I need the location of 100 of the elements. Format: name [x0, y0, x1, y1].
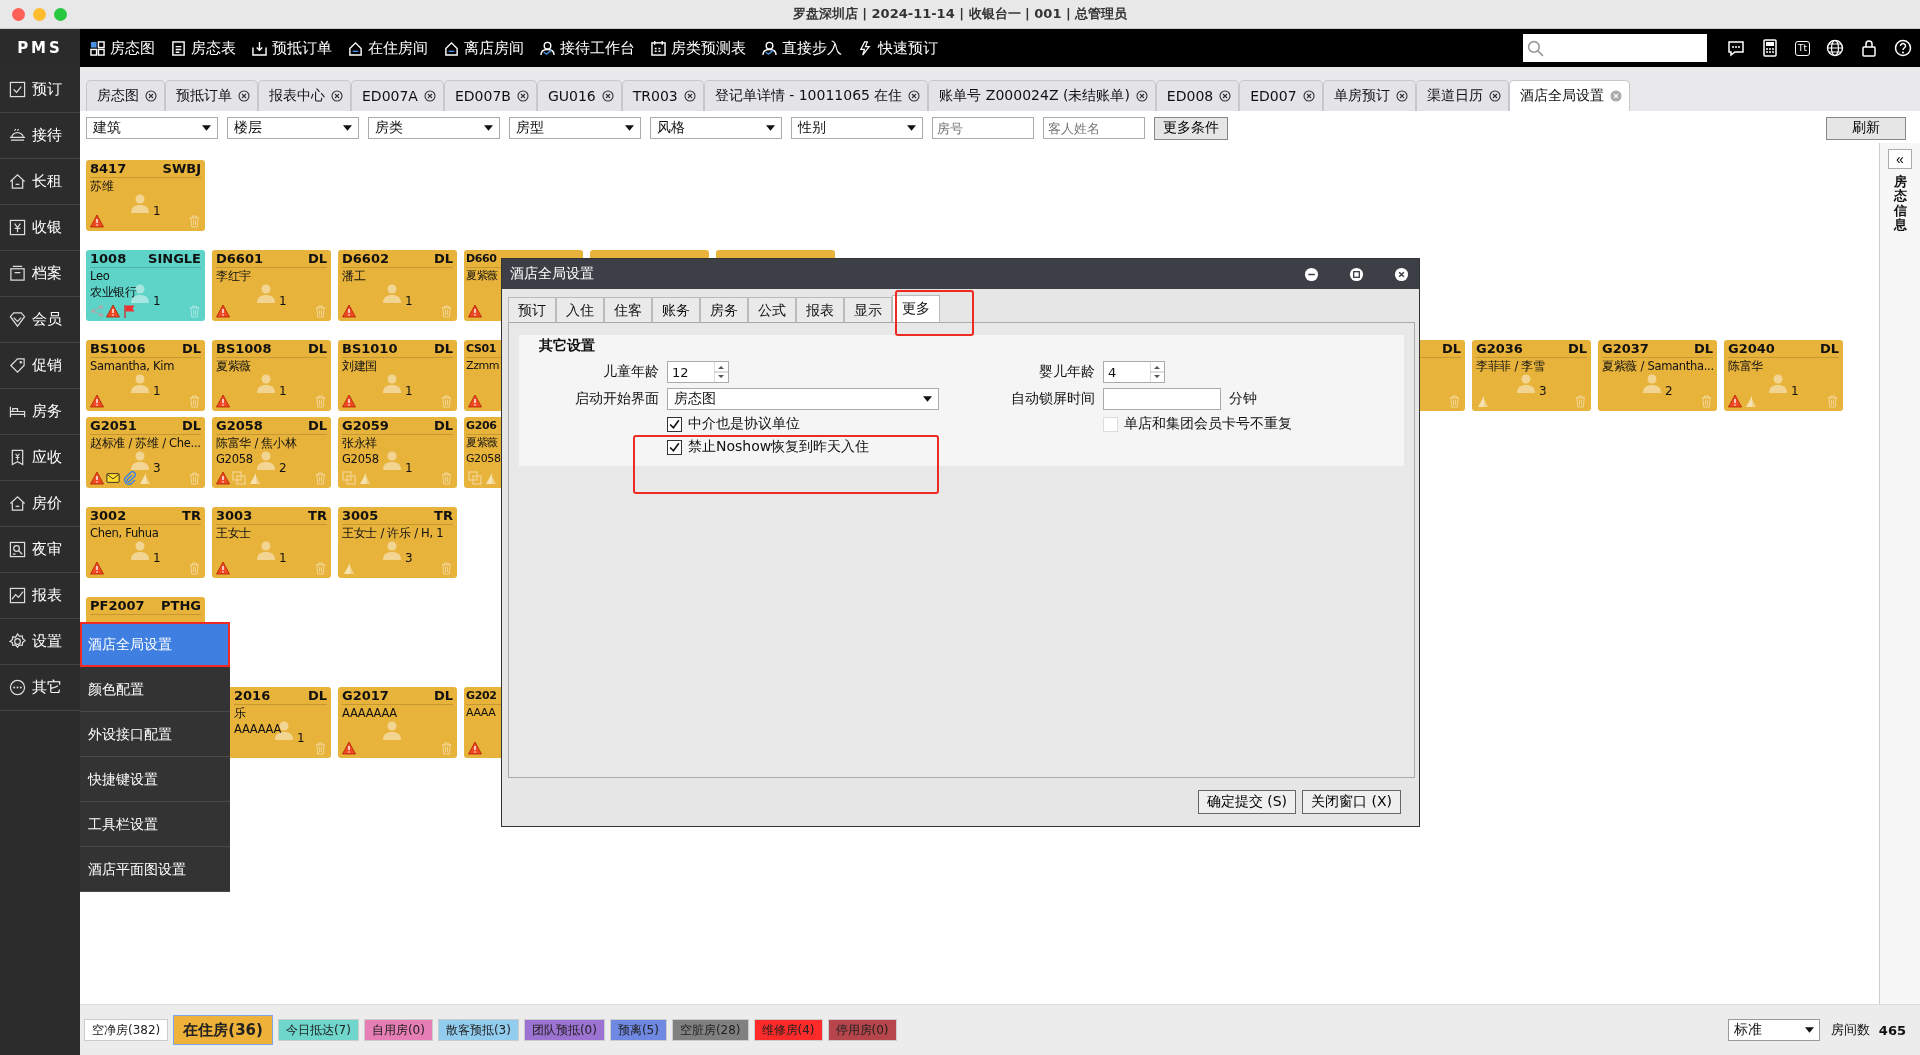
tab[interactable]: ED007A [351, 80, 444, 111]
close-icon[interactable] [516, 90, 529, 102]
input-field[interactable] [1103, 388, 1221, 410]
number-field[interactable]: 12 [667, 361, 729, 383]
restore-icon[interactable] [1349, 266, 1364, 282]
trash-icon[interactable] [189, 395, 200, 408]
close-icon[interactable] [683, 90, 696, 102]
close-icon[interactable] [1395, 90, 1408, 102]
tab[interactable]: 房务 [700, 297, 748, 322]
tab[interactable]: 入住 [556, 297, 604, 322]
checkbox[interactable]: 中介也是协议单位 [667, 415, 800, 433]
legend-chip[interactable]: 今日抵达(7) [277, 1019, 359, 1041]
legend-chip[interactable]: 团队预抵(0) [523, 1019, 605, 1041]
room-card[interactable]: G2017 DL AAAAAAA [338, 687, 457, 758]
tab[interactable]: 显示 [844, 297, 892, 322]
close-icon[interactable] [1488, 90, 1501, 102]
dialog-button[interactable]: 确定提交 (S) [1197, 790, 1297, 814]
spinner-arrows-icon[interactable] [1150, 362, 1164, 382]
tab[interactable]: 报表中心 [258, 80, 351, 111]
tab[interactable]: 账单号 Z000024Z (未结账单) [928, 80, 1156, 111]
close-icon[interactable] [1302, 90, 1315, 102]
room-card[interactable]: D6601 DL 李红宇 1 [212, 250, 331, 321]
trash-icon[interactable] [315, 562, 326, 575]
legend-chip[interactable]: 在住房(36) [173, 1015, 273, 1045]
room-card[interactable]: BS1008 DL 夏紫薇 1 [212, 340, 331, 411]
trash-icon[interactable] [315, 472, 326, 485]
minimize-window-button[interactable] [33, 7, 46, 21]
minimize-icon[interactable] [1304, 266, 1319, 282]
room-card[interactable]: G2059 DL 张永祥 G2058 1 [338, 417, 457, 488]
trash-icon[interactable] [441, 742, 452, 755]
menu-item[interactable]: 快捷键设置 [80, 757, 230, 802]
trash-icon[interactable] [1575, 395, 1586, 408]
more-conditions-button[interactable]: 更多条件 [1154, 116, 1228, 140]
toolbar-button[interactable]: 快速预订 [850, 29, 946, 67]
close-icon[interactable] [331, 90, 343, 102]
tab[interactable]: 预抵订单 [165, 80, 258, 111]
close-icon[interactable] [145, 90, 157, 102]
checkbox[interactable]: 单店和集团会员卡号不重复 [1103, 415, 1292, 433]
room-card[interactable]: D6602 DL 潘工 1 [338, 250, 457, 321]
close-icon[interactable] [423, 90, 436, 102]
filter-dropdown[interactable]: 风格 [650, 117, 782, 139]
close-icon[interactable] [1394, 266, 1409, 282]
tab[interactable]: 报表 [796, 297, 844, 322]
input-field[interactable]: 客人姓名 [1043, 117, 1145, 139]
view-dropdown[interactable]: 标准 [1727, 1019, 1820, 1041]
calculator-icon[interactable] [1760, 39, 1779, 57]
room-card[interactable]: 3005 TR 王女士 / 许乐 / H, 1 3 [338, 507, 457, 578]
trash-icon[interactable] [189, 215, 200, 228]
trash-icon[interactable] [441, 395, 452, 408]
legend-chip[interactable]: 自用房(0) [363, 1019, 433, 1041]
close-icon[interactable] [908, 90, 921, 102]
room-card[interactable]: G2040 DL 陈富华 1 [1724, 340, 1843, 411]
trash-icon[interactable] [189, 562, 200, 575]
dialog-button[interactable]: 关闭窗口 (X) [1302, 790, 1401, 814]
toolbar-button[interactable]: 在住房间 [340, 29, 436, 67]
room-card[interactable]: 1008 SINGLE Leo 农业银行 1 [86, 250, 205, 321]
trash-icon[interactable] [1827, 395, 1838, 408]
legend-chip[interactable]: 维修房(4) [753, 1019, 823, 1041]
trash-icon[interactable] [1449, 395, 1460, 408]
toolbar-button[interactable]: 直接步入 [754, 29, 850, 67]
zoom-window-button[interactable] [54, 7, 67, 21]
legend-chip[interactable]: 空脏房(28) [671, 1019, 749, 1041]
tab[interactable]: ED007 [1239, 80, 1323, 111]
tab[interactable]: 公式 [748, 297, 796, 322]
tab[interactable]: 单房预订 [1322, 80, 1416, 111]
tab[interactable]: 预订 [508, 297, 556, 322]
room-card[interactable]: G2036 DL 李菲菲 / 李雪 3 [1472, 340, 1591, 411]
menu-item[interactable]: 工具栏设置 [80, 802, 230, 847]
toolbar-button[interactable]: 房态表 [163, 29, 244, 67]
start-screen-dropdown[interactable]: 房态图 [667, 388, 939, 410]
menu-item[interactable]: 外设接口配置 [80, 712, 230, 757]
trash-icon[interactable] [441, 562, 452, 575]
lock-icon[interactable] [1860, 39, 1878, 57]
room-card[interactable]: 3002 TR Chen, Fuhua 1 [86, 507, 205, 578]
tab[interactable]: ED008 [1155, 80, 1240, 111]
tab[interactable]: 登记单详情 - 10011065 在住 [703, 80, 929, 111]
room-card[interactable]: G2058 DL 陈富华 / 焦小林 G2058 2 [212, 417, 331, 488]
toolbar-button[interactable]: 接待工作台 [532, 29, 643, 67]
legend-chip[interactable]: 散客预抵(3) [437, 1019, 519, 1041]
room-card[interactable]: G2037 DL 夏紫薇 / Samantha... 2 [1598, 340, 1717, 411]
filter-dropdown[interactable]: 性别 [791, 117, 923, 139]
legend-chip[interactable]: 预离(5) [609, 1019, 667, 1041]
menu-item[interactable]: 酒店全局设置 [80, 622, 230, 667]
toolbar-button[interactable]: 房类预测表 [643, 29, 754, 67]
room-card[interactable]: 3003 TR 王女士 1 [212, 507, 331, 578]
close-icon[interactable] [1135, 90, 1148, 102]
close-window-button[interactable] [12, 7, 25, 21]
tab[interactable]: 更多 [892, 295, 940, 322]
search-field[interactable] [1522, 34, 1707, 62]
trash-icon[interactable] [315, 742, 326, 755]
input-field[interactable]: 房号 [932, 117, 1034, 139]
help-icon[interactable] [1894, 39, 1912, 57]
trash-icon[interactable] [315, 305, 326, 318]
tab[interactable]: GU016 [536, 80, 622, 111]
checkbox[interactable]: 禁止Noshow恢复到昨天入住 [667, 438, 870, 456]
toolbar-button[interactable]: 离店房间 [436, 29, 532, 67]
close-icon[interactable] [238, 90, 250, 102]
tab[interactable]: 酒店全局设置 [1508, 80, 1630, 111]
number-field[interactable]: 4 [1103, 361, 1165, 383]
trash-icon[interactable] [189, 472, 200, 485]
